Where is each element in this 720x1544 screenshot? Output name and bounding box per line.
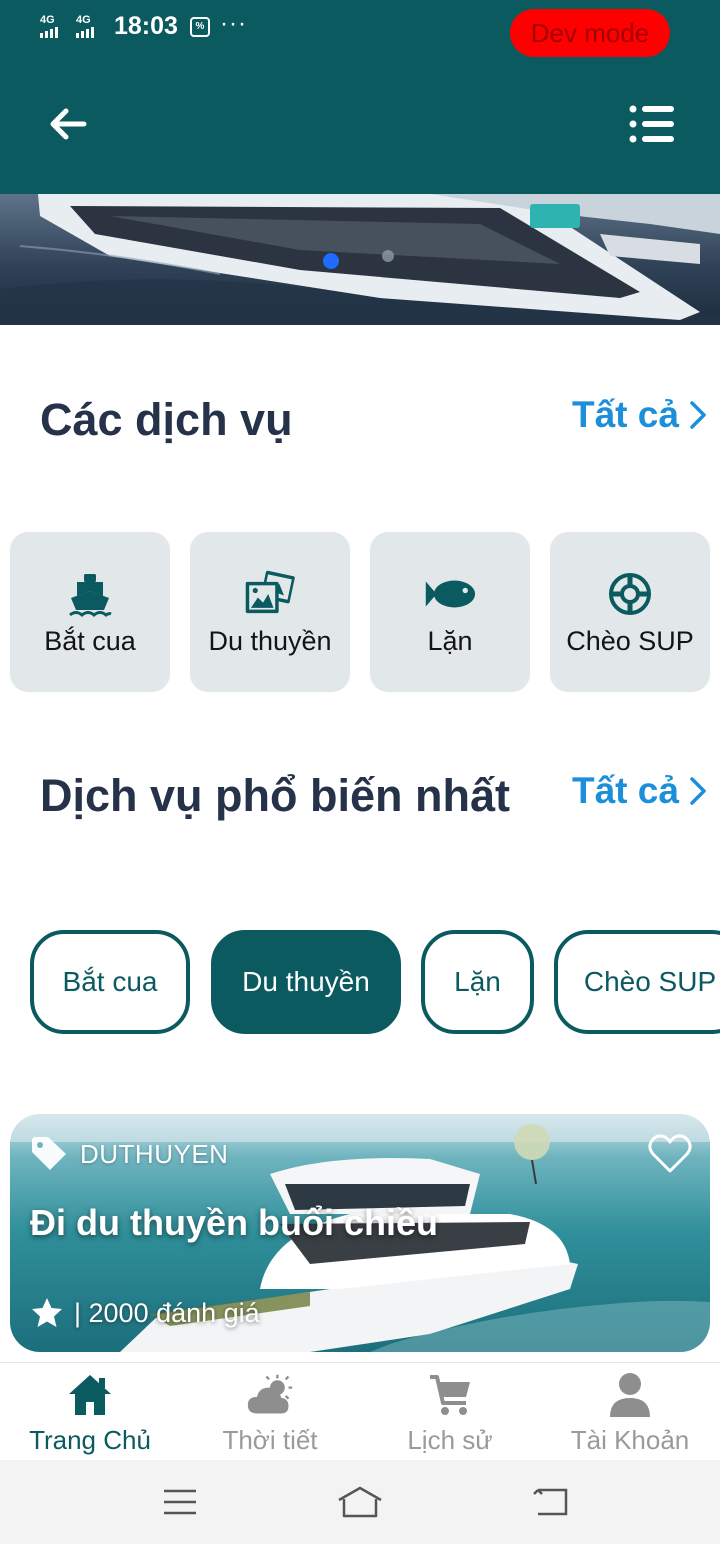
system-back-button[interactable]	[526, 1478, 574, 1526]
filter-chip-lan[interactable]: Lặn	[421, 930, 534, 1034]
signal-2: 4G	[76, 14, 94, 38]
featured-title: Đi du thuyền buổi chiều	[30, 1202, 438, 1243]
system-home-button[interactable]	[336, 1478, 384, 1526]
bottom-navigation: Trang Chủ Thời tiết Lịch sử Tài Khoản	[0, 1362, 720, 1460]
filter-chip-bat-cua[interactable]: Bắt cua	[30, 930, 190, 1034]
lifebuoy-icon	[604, 568, 656, 620]
banner-carousel[interactable]	[0, 194, 720, 325]
cart-icon	[426, 1371, 474, 1419]
cloud-sun-icon	[246, 1371, 294, 1419]
data-saver-icon: %	[190, 17, 210, 37]
fish-icon	[424, 568, 476, 620]
back-button[interactable]	[44, 100, 92, 148]
chevron-right-icon	[690, 401, 706, 429]
nav-label: Lịch sử	[407, 1425, 493, 1455]
featured-rating: | 2000 đánh giá	[30, 1296, 260, 1330]
chip-label: Lặn	[454, 966, 501, 997]
system-navigation-bar	[0, 1460, 720, 1544]
favorite-button[interactable]	[648, 1134, 692, 1174]
signal-1: 4G	[40, 14, 58, 38]
chip-label: Du thuyền	[242, 966, 370, 997]
featured-service-card[interactable]: DUTHUYEN Đi du thuyền buổi chiều | 2000 …	[10, 1114, 710, 1352]
see-all-label: Tất cả	[572, 394, 679, 435]
yacht-banner-image	[0, 194, 720, 325]
arrow-left-icon	[50, 108, 87, 140]
nav-item-weather[interactable]: Thời tiết	[180, 1363, 360, 1461]
heart-icon	[648, 1134, 692, 1173]
home-icon	[66, 1371, 114, 1419]
service-label: Lặn	[427, 625, 473, 656]
star-icon	[32, 1298, 62, 1327]
app-screen: 4G 4G 18:03 % ··· Dev mode Các dịch vụ T…	[0, 0, 720, 1544]
nav-label: Tài Khoản	[570, 1425, 690, 1455]
back-arrow-icon	[533, 1488, 568, 1516]
service-card-bat-cua[interactable]: Bắt cua	[10, 532, 170, 692]
network-label-1: 4G	[40, 14, 55, 26]
status-time: 18:03	[114, 12, 178, 40]
service-label: Du thuyền	[208, 625, 332, 656]
nav-item-home[interactable]: Trang Chủ	[0, 1363, 180, 1461]
service-card-cheo-sup[interactable]: Chèo SUP	[550, 532, 710, 692]
more-notifications-icon: ···	[220, 10, 247, 37]
chip-label: Chèo SUP	[583, 966, 717, 997]
recent-apps-button[interactable]	[156, 1478, 204, 1526]
see-all-label: Tất cả	[572, 770, 679, 811]
ship-icon	[64, 568, 116, 620]
nav-label: Trang Chủ	[29, 1425, 151, 1455]
filter-chip-du-thuyen[interactable]: Du thuyền	[211, 930, 401, 1034]
featured-tag: DUTHUYEN	[30, 1136, 228, 1172]
popular-see-all-link[interactable]: Tất cả	[572, 770, 707, 812]
service-card-du-thuyen[interactable]: Du thuyền	[190, 532, 350, 692]
popular-title: Dịch vụ phổ biến nhất	[40, 770, 510, 821]
service-label: Chèo SUP	[566, 625, 694, 656]
services-see-all-link[interactable]: Tất cả	[572, 394, 707, 436]
service-card-lan[interactable]: Lặn	[370, 532, 530, 692]
list-icon	[629, 105, 674, 143]
images-icon	[244, 568, 296, 620]
network-label-2: 4G	[76, 14, 91, 26]
nav-label: Thời tiết	[222, 1425, 318, 1455]
service-label: Bắt cua	[44, 625, 136, 656]
app-header: 4G 4G 18:03 % ··· Dev mode	[0, 0, 720, 194]
house-outline-icon	[338, 1486, 382, 1518]
carousel-indicator-active[interactable]	[323, 253, 339, 269]
rating-count: | 2000 đánh giá	[74, 1297, 260, 1328]
filter-chip-cheo-sup[interactable]: Chèo SUP	[554, 930, 720, 1034]
signal-bars-icon	[40, 27, 58, 38]
nav-item-account[interactable]: Tài Khoản	[540, 1363, 720, 1461]
tag-icon	[32, 1137, 66, 1170]
chevron-right-icon	[690, 777, 706, 805]
chip-label: Bắt cua	[62, 966, 158, 997]
signal-bars-icon	[76, 27, 94, 38]
dev-mode-badge[interactable]: Dev mode	[510, 9, 670, 57]
tag-label: DUTHUYEN	[80, 1138, 229, 1169]
status-bar: 4G 4G 18:03 % ··· Dev mode	[0, 0, 720, 60]
menu-button[interactable]	[626, 100, 678, 148]
hamburger-icon	[164, 1489, 196, 1515]
services-title: Các dịch vụ	[40, 394, 293, 445]
nav-item-history[interactable]: Lịch sử	[360, 1363, 540, 1461]
user-icon	[606, 1371, 654, 1419]
